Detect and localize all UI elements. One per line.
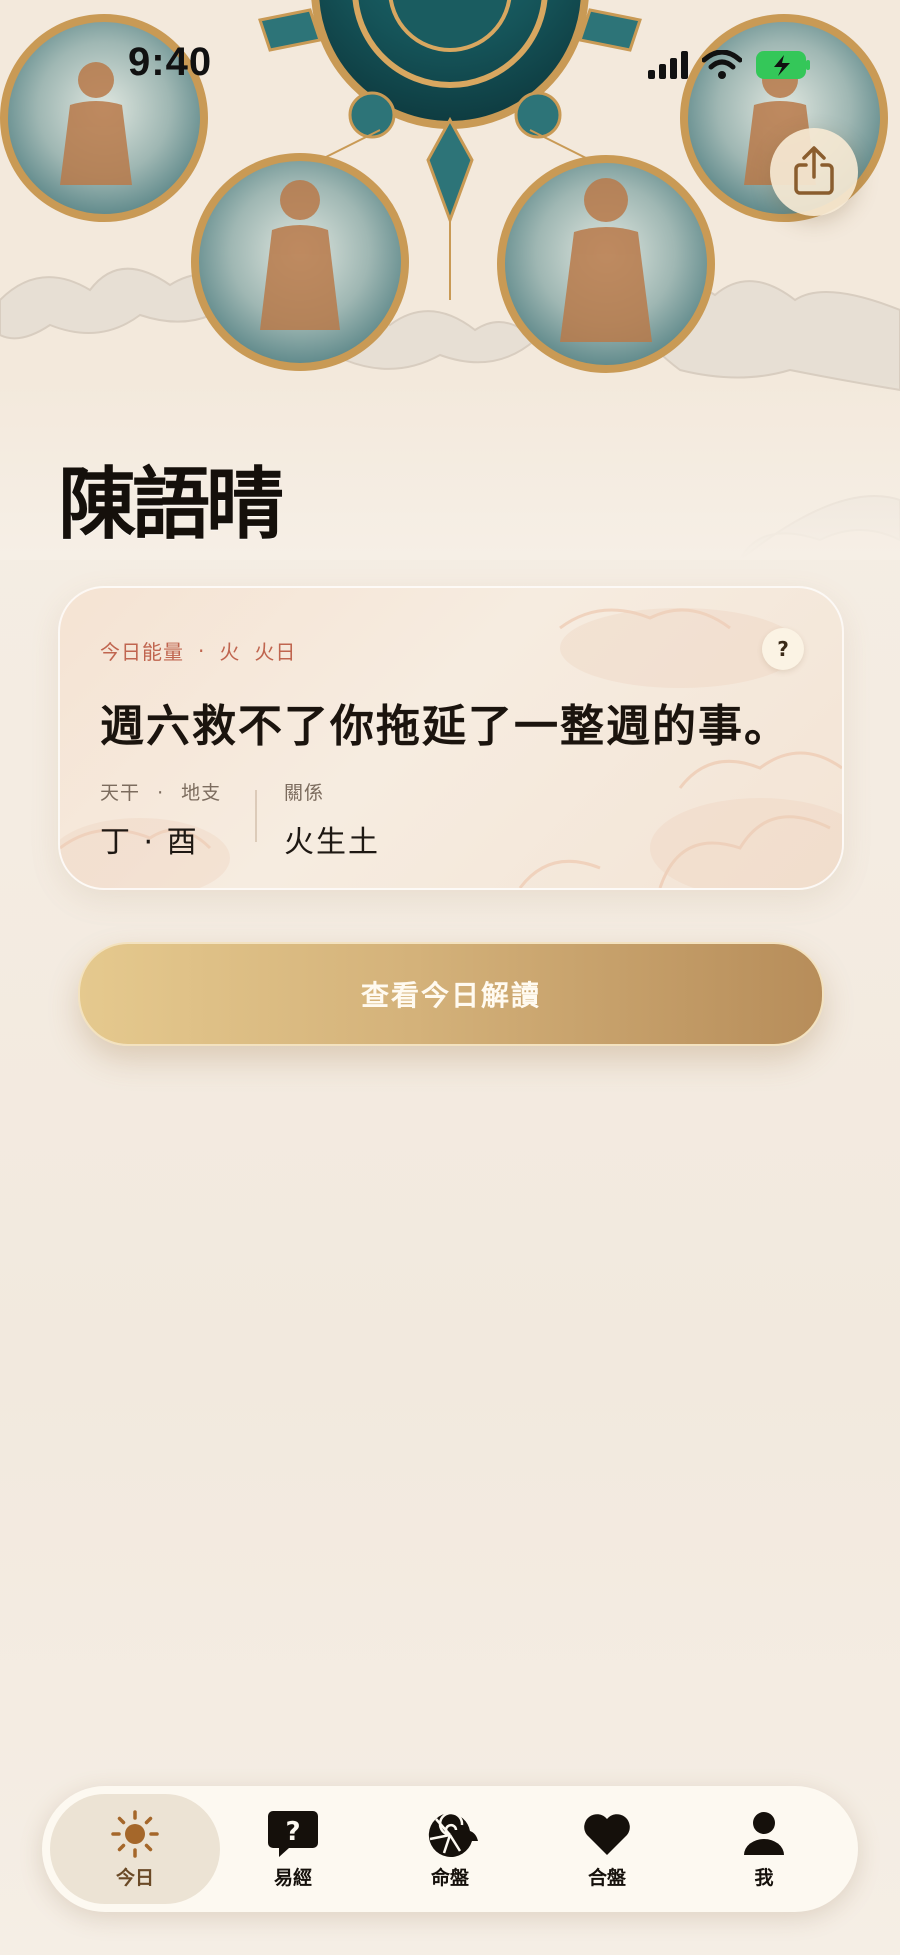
stem-branch-block: 天干 · 地支 丁 · 酉 — [100, 778, 221, 861]
status-bar: 9:40 — [0, 0, 900, 120]
stem-label: 天干 — [100, 782, 141, 804]
tab-chart[interactable]: 命盤 — [365, 1794, 535, 1904]
battery-charging-icon — [756, 50, 812, 80]
person-icon — [742, 1809, 786, 1859]
relation-block: 關係 火生土 — [284, 778, 380, 861]
energy-label: 今日能量 — [100, 640, 184, 664]
tab-iching[interactable]: ? 易經 — [208, 1794, 378, 1904]
nautilus-icon — [420, 1809, 480, 1859]
bottom-tab-bar: 今日 ? 易經 命盤 合盤 我 — [42, 1786, 858, 1912]
svg-text:?: ? — [285, 1817, 300, 1847]
meta-divider — [255, 790, 257, 842]
user-name-title: 陳語晴 — [58, 459, 284, 550]
tab-synastry[interactable]: 合盤 — [522, 1794, 692, 1904]
energy-header: 今日能量 · 火 火日 — [100, 636, 296, 665]
tab-today-label: 今日 — [115, 1866, 154, 1889]
daily-energy-card: 今日能量 · 火 火日 ? 週六救不了你拖延了一整週的事。 天干 · 地支 丁 … — [58, 586, 844, 890]
tab-iching-label: 易經 — [273, 1866, 312, 1889]
sun-icon — [110, 1809, 160, 1859]
view-daily-reading-button[interactable]: 查看今日解讀 — [78, 942, 824, 1046]
wifi-icon — [702, 50, 742, 80]
tab-today[interactable]: 今日 — [50, 1794, 220, 1904]
status-time: 9:40 — [128, 40, 213, 84]
tab-synastry-label: 合盤 — [587, 1866, 626, 1889]
heart-icon — [582, 1809, 632, 1859]
relation-label: 關係 — [284, 782, 325, 804]
share-icon — [792, 145, 836, 199]
header-separator: · — [198, 638, 206, 663]
question-bubble-icon: ? — [267, 1809, 319, 1859]
stem-branch-value: 丁 · 酉 — [100, 825, 199, 860]
cellular-signal-icon — [648, 51, 688, 79]
energy-day-element: 火日 — [254, 640, 297, 664]
daily-quote: 週六救不了你拖延了一整週的事。 — [100, 701, 790, 752]
stem-branch-label: 天干 · 地支 — [100, 778, 221, 805]
status-icons — [648, 48, 812, 82]
stem-separator: · — [157, 782, 165, 804]
tab-chart-label: 命盤 — [430, 1866, 469, 1889]
energy-help-button[interactable]: ? — [762, 628, 804, 670]
tab-me[interactable]: 我 — [679, 1794, 849, 1904]
tab-me-label: 我 — [754, 1866, 774, 1889]
energy-element: 火 — [219, 640, 241, 664]
branch-label: 地支 — [181, 782, 222, 804]
relation-value: 火生土 — [284, 825, 380, 860]
share-button[interactable] — [770, 128, 858, 216]
